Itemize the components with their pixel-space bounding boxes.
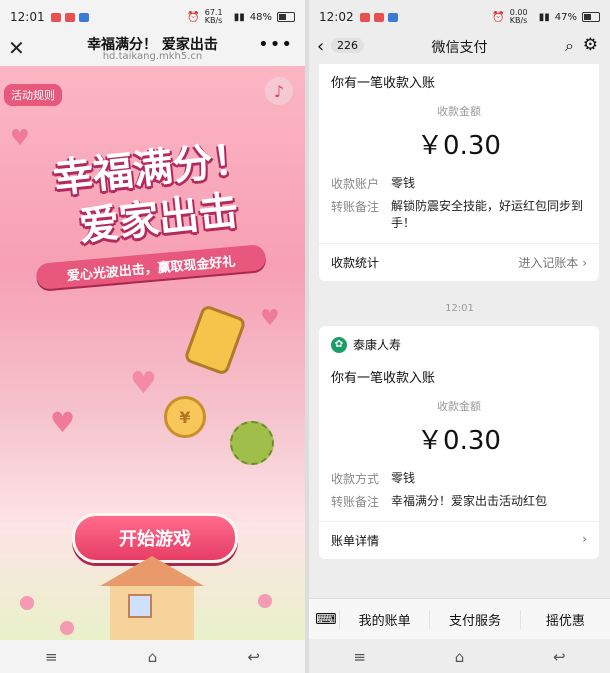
menu-icon[interactable]: ≡ <box>45 648 58 666</box>
game-canvas: ♥ ♥ ♥ ♥ 活动规则 ♪ 幸福满分！ 爱家出击 爱心光波出击，赢取现金好礼 … <box>0 66 305 640</box>
more-icon[interactable]: ••• <box>258 34 293 55</box>
battery-percent: 47% <box>554 11 577 23</box>
card-footer-link[interactable]: 账单详情 › <box>319 521 599 559</box>
detail-row: 收款账户 零钱 <box>331 176 416 191</box>
bottom-menu: ⌨ 我的账单 支付服务 摇优惠 <box>309 598 610 639</box>
menu-item-payment-services[interactable]: 支付服务 <box>429 609 519 629</box>
battery-icon <box>582 12 600 22</box>
detail-row: 转账备注 解锁防震安全技能，好运红包同步到手！ <box>331 199 584 230</box>
virus-icon <box>230 421 274 465</box>
merchant-row[interactable]: ✿ 泰康人寿 <box>319 326 599 359</box>
home-icon[interactable]: ⌂ <box>455 648 465 666</box>
message-timestamp: 12:01 <box>445 303 474 314</box>
right-phone-screen: 12:02 ⏰ 0.00 KB/s ▮▮ 47% ‹ 226 微信支付 ⌕ ⚙ … <box>309 0 610 673</box>
amount-label: 收款金额 <box>437 105 481 118</box>
network-speed: 0.00 KB/s <box>509 8 528 25</box>
activity-rules-button[interactable]: 活动规则 <box>4 84 62 106</box>
search-icon[interactable]: ⌕ <box>565 36 574 56</box>
heart-decoration: ♥ <box>260 306 280 331</box>
battery-icon <box>277 12 295 22</box>
alarm-icon: ⏰ <box>187 11 200 23</box>
coin-icon: ¥ <box>164 396 206 438</box>
detail-row: 收款方式 零钱 <box>331 471 416 486</box>
message-notification-icon <box>64 12 75 22</box>
network-speed: 67.1 KB/s <box>204 8 223 25</box>
battery-powerup-icon <box>183 303 247 377</box>
left-phone-screen: 12:01 ⏰ 67.1 KB/s ▮▮ 48% ✕ 幸福满分！ 爱家出击 hd… <box>0 0 305 673</box>
status-time: 12:01 <box>10 10 45 24</box>
status-bar: 12:01 ⏰ 67.1 KB/s ▮▮ 48% <box>0 0 305 34</box>
app-notification-icon <box>50 12 61 22</box>
card-heading: 你有一笔收款入账 <box>331 76 436 91</box>
music-icon[interactable]: ♪ <box>265 77 293 105</box>
chat-header: ‹ 226 微信支付 ⌕ ⚙ <box>309 34 610 62</box>
merchant-name: 泰康人寿 <box>353 338 402 352</box>
merchant-logo-icon: ✿ <box>331 336 347 353</box>
payment-card[interactable]: 你有一笔收款入账 收款金额 ￥0.30 收款账户 零钱 转账备注 解锁防震安全技… <box>319 64 599 281</box>
heart-decoration: ♥ <box>50 406 76 439</box>
heart-decoration: ♥ <box>130 366 157 401</box>
menu-icon[interactable]: ≡ <box>353 648 366 666</box>
message-notification-icon <box>373 12 384 22</box>
card-heading: 你有一笔收款入账 <box>331 371 436 386</box>
heart-decoration: ♥ <box>10 126 30 151</box>
app-notification-icon <box>387 12 398 22</box>
back-icon[interactable]: ↩ <box>247 648 260 666</box>
amount-value: ￥0.30 <box>417 131 501 161</box>
status-time: 12:02 <box>319 10 354 24</box>
system-nav-bar: ≡ ⌂ ↩ <box>0 640 305 673</box>
menu-item-my-bills[interactable]: 我的账单 <box>339 609 429 629</box>
house-illustration <box>100 556 204 640</box>
back-icon[interactable]: ↩ <box>553 648 566 666</box>
alarm-icon: ⏰ <box>492 11 505 23</box>
browser-header: ✕ 幸福满分！ 爱家出击 hd.taikang.mkh5.cn ••• <box>0 34 305 66</box>
card-footer-link[interactable]: 收款统计 进入记账本 › <box>319 243 599 281</box>
payment-card[interactable]: ✿ 泰康人寿 你有一笔收款入账 收款金额 ￥0.30 收款方式 零钱 转账备注 … <box>319 326 599 559</box>
system-nav-bar: ≡ ⌂ ↩ <box>309 640 610 673</box>
app-notification-icon <box>359 12 370 22</box>
keyboard-icon[interactable]: ⌨ <box>313 610 339 628</box>
signal-icon: ▮▮ <box>538 11 550 23</box>
gear-icon[interactable]: ⚙ <box>583 35 598 55</box>
flower-decoration <box>258 594 272 608</box>
battery-percent: 48% <box>249 11 272 23</box>
detail-row: 转账备注 幸福满分！爱家出击活动红包 <box>331 494 548 509</box>
home-icon[interactable]: ⌂ <box>148 648 158 666</box>
amount-value: ￥0.30 <box>417 426 501 456</box>
amount-label: 收款金额 <box>437 400 481 413</box>
flower-decoration <box>20 596 34 610</box>
status-bar: 12:02 ⏰ 0.00 KB/s ▮▮ 47% <box>309 0 610 34</box>
signal-icon: ▮▮ <box>233 11 245 23</box>
menu-item-shake-discounts[interactable]: 摇优惠 <box>519 609 610 629</box>
flower-decoration <box>60 621 74 635</box>
app-notification-icon <box>78 12 89 22</box>
